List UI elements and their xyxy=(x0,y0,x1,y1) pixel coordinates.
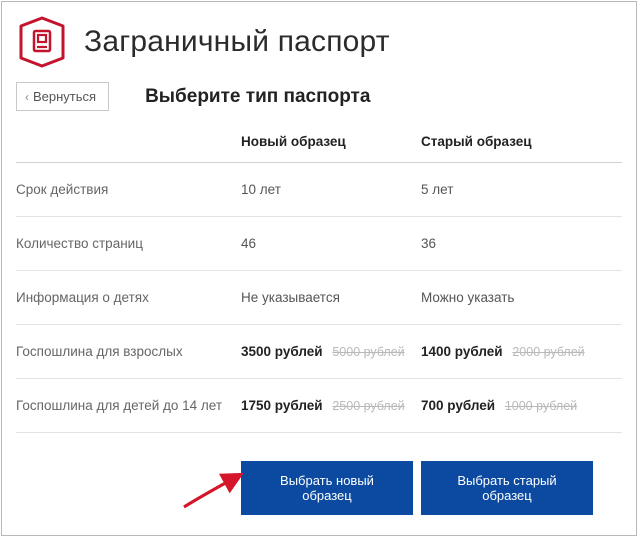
cell-old: 5 лет xyxy=(421,182,601,197)
passport-type-panel: Заграничный паспорт ‹ Вернуться Выберите… xyxy=(1,1,637,536)
cell-old: 1400 рублей 2000 рублей xyxy=(421,344,601,359)
cell-new: 46 xyxy=(241,236,421,251)
action-row: Выбрать новый образец Выбрать старый обр… xyxy=(16,461,622,515)
action-cell-old: Выбрать старый образец xyxy=(421,461,601,515)
sub-header-row: ‹ Вернуться Выберите тип паспорта xyxy=(16,82,622,111)
row-label: Госпошлина для детей до 14 лет xyxy=(16,398,241,413)
page-title: Заграничный паспорт xyxy=(84,25,390,59)
cell-new: 1750 рублей 2500 рублей xyxy=(241,398,421,413)
cell-old: 700 рублей 1000 рублей xyxy=(421,398,601,413)
comparison-table: . Новый образец Старый образец Срок дейс… xyxy=(16,121,622,433)
cell-new: 3500 рублей 5000 рублей xyxy=(241,344,421,359)
price-old: 700 рублей xyxy=(421,398,495,413)
price-old-strike: 2000 рублей xyxy=(512,345,584,359)
table-row: Госпошлина для взрослых 3500 рублей 5000… xyxy=(16,325,622,379)
price-new: 3500 рублей xyxy=(241,344,323,359)
table-header-row: . Новый образец Старый образец xyxy=(16,121,622,163)
price-new-strike: 2500 рублей xyxy=(332,399,404,413)
column-header-old: Старый образец xyxy=(421,134,601,149)
cell-new: 10 лет xyxy=(241,182,421,197)
table-row: Информация о детях Не указывается Можно … xyxy=(16,271,622,325)
back-button-label: Вернуться xyxy=(33,89,96,104)
back-button[interactable]: ‹ Вернуться xyxy=(16,82,109,111)
price-old: 1400 рублей xyxy=(421,344,503,359)
column-header-new: Новый образец xyxy=(241,134,421,149)
passport-icon xyxy=(16,16,68,68)
row-label: Госпошлина для взрослых xyxy=(16,344,241,359)
header: Заграничный паспорт xyxy=(16,16,622,68)
cell-old: 36 xyxy=(421,236,601,251)
choose-old-button[interactable]: Выбрать старый образец xyxy=(421,461,593,515)
table-row: Госпошлина для детей до 14 лет 1750 рубл… xyxy=(16,379,622,433)
cell-old: Можно указать xyxy=(421,290,601,305)
action-cell-new: Выбрать новый образец xyxy=(241,461,421,515)
price-new: 1750 рублей xyxy=(241,398,323,413)
table-row: Количество страниц 46 36 xyxy=(16,217,622,271)
row-label: Количество страниц xyxy=(16,236,241,251)
action-spacer xyxy=(16,461,241,515)
cell-new: Не указывается xyxy=(241,290,421,305)
table-row: Срок действия 10 лет 5 лет xyxy=(16,163,622,217)
row-label: Срок действия xyxy=(16,182,241,197)
row-label: Информация о детях xyxy=(16,290,241,305)
subtitle: Выберите тип паспорта xyxy=(145,86,370,108)
price-old-strike: 1000 рублей xyxy=(505,399,577,413)
price-new-strike: 5000 рублей xyxy=(332,345,404,359)
choose-new-button[interactable]: Выбрать новый образец xyxy=(241,461,413,515)
chevron-left-icon: ‹ xyxy=(25,90,29,104)
